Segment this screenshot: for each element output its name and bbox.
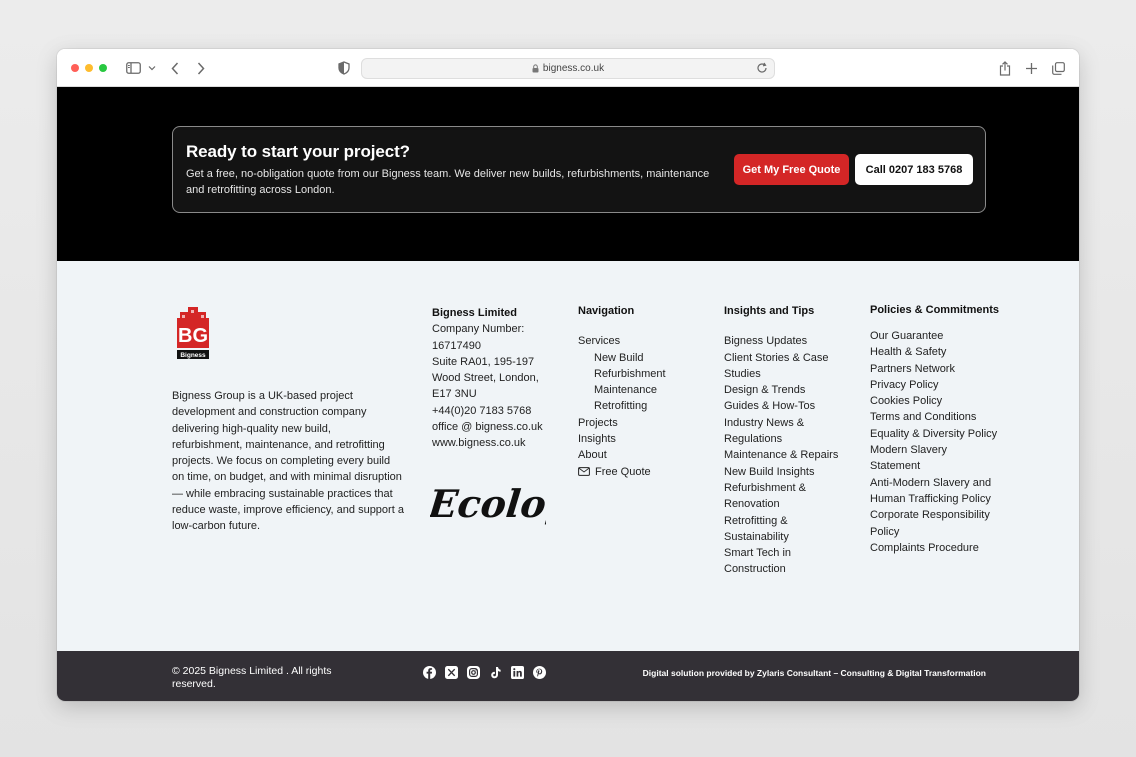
insights-link[interactable]: Industry News & Regulations — [724, 415, 854, 448]
new-tab-icon[interactable] — [1025, 59, 1038, 77]
nav-link-services[interactable]: Services — [578, 333, 708, 349]
company-number-label: Company Number: — [432, 323, 525, 336]
copyright-text: © 2025 Bigness Limited . All rights rese… — [172, 665, 332, 690]
tabs-overview-icon[interactable] — [1052, 59, 1065, 77]
policies-heading: Policies & Commitments — [870, 304, 999, 316]
address-line-2: Wood Street, London, — [432, 372, 539, 385]
nav-link-insights[interactable]: Insights — [578, 431, 708, 447]
insights-link[interactable]: Smart Tech in Construction — [724, 545, 854, 578]
back-icon[interactable] — [171, 59, 179, 77]
bigness-logo[interactable]: BG Bigness — [176, 306, 210, 361]
company-name: Bigness Limited — [432, 307, 517, 319]
website-link[interactable]: www.bigness.co.uk — [432, 435, 552, 451]
browser-toolbar: bigness.co.uk — [57, 49, 1079, 87]
nav-link-refurbishment[interactable]: Refurbishment — [578, 366, 708, 382]
policy-link[interactable]: Privacy Policy — [870, 377, 1000, 393]
close-window-button[interactable] — [71, 64, 79, 72]
tiktok-icon[interactable] — [489, 666, 502, 679]
insights-link[interactable]: Design & Trends — [724, 382, 854, 398]
zoom-window-button[interactable] — [99, 64, 107, 72]
cta-description: Get a free, no-obligation quote from our… — [186, 168, 710, 196]
policy-link[interactable]: Partners Network — [870, 361, 1000, 377]
policy-link[interactable]: Cookies Policy — [870, 393, 1000, 409]
policies-menu: Policies & Commitments Our Guarantee Hea… — [870, 303, 1000, 556]
envelope-icon — [578, 467, 590, 477]
insights-link[interactable]: Retrofitting & Sustainability — [724, 513, 854, 546]
company-details: Bigness Limited Company Number: 16717490… — [432, 305, 552, 452]
footer-main: BG Bigness Bigness Group is a UK-based p… — [57, 261, 1079, 651]
ecologi-logo[interactable]: Ecologi — [430, 473, 546, 537]
nav-link-about[interactable]: About — [578, 447, 708, 463]
call-phone-button[interactable]: Call 0207 183 5768 — [855, 154, 973, 185]
logo-word: Bigness — [180, 352, 206, 359]
insights-link[interactable]: Client Stories & Case Studies — [724, 350, 854, 383]
credit-text[interactable]: Digital solution provided by Zylaris Con… — [643, 668, 986, 678]
policy-link[interactable]: Modern Slavery Statement — [870, 442, 1000, 475]
policy-link[interactable]: Health & Safety — [870, 344, 1000, 360]
policy-link[interactable]: Our Guarantee — [870, 328, 1000, 344]
company-number: 16717490 — [432, 339, 481, 352]
browser-window: bigness.co.uk Ready to start your projec… — [57, 49, 1079, 701]
insights-link[interactable]: New Build Insights — [724, 464, 854, 480]
facebook-icon[interactable] — [423, 666, 436, 679]
get-free-quote-button[interactable]: Get My Free Quote — [734, 154, 849, 185]
address-bar[interactable]: bigness.co.uk — [361, 58, 775, 79]
sidebar-icon[interactable] — [126, 59, 141, 77]
logo-letters: BG — [178, 325, 208, 347]
address-line-1: Suite RA01, 195-197 — [432, 355, 535, 368]
company-about-text: Bigness Group is a UK-based project deve… — [172, 390, 404, 533]
insights-menu: Insights and Tips Bigness Updates Client… — [724, 303, 854, 578]
forward-icon[interactable] — [197, 59, 205, 77]
share-icon[interactable] — [999, 59, 1011, 77]
insights-link[interactable]: Bigness Updates — [724, 333, 854, 349]
nav-link-projects[interactable]: Projects — [578, 415, 708, 431]
policy-link[interactable]: Corporate Responsibility Policy — [870, 507, 1000, 540]
x-icon[interactable] — [445, 666, 458, 679]
email-link[interactable]: office @ bigness.co.uk — [432, 419, 552, 435]
free-quote-label: Free Quote — [595, 465, 651, 478]
pinterest-icon[interactable] — [533, 666, 546, 679]
nav-link-new-build[interactable]: New Build — [578, 350, 708, 366]
insights-link[interactable]: Guides & How-Tos — [724, 398, 854, 414]
insights-link[interactable]: Refurbishment & Renovation — [724, 480, 854, 513]
navigation-menu: Navigation Services New Build Refurbishm… — [578, 303, 708, 480]
chevron-down-icon[interactable] — [148, 59, 156, 77]
insights-link[interactable]: Maintenance & Repairs — [724, 447, 854, 463]
shield-icon[interactable] — [338, 59, 350, 77]
policy-link[interactable]: Complaints Procedure — [870, 540, 1000, 556]
url-text: bigness.co.uk — [542, 63, 605, 74]
cta-title: Ready to start your project? — [186, 142, 410, 161]
navigation-heading: Navigation — [578, 305, 635, 317]
policy-link[interactable]: Anti-Modern Slavery and Human Traffickin… — [870, 475, 1000, 508]
insights-heading: Insights and Tips — [724, 305, 815, 317]
nav-link-maintenance[interactable]: Maintenance — [578, 382, 708, 398]
linkedin-icon[interactable] — [511, 666, 524, 679]
policy-link[interactable]: Equality & Diversity Policy — [870, 426, 1000, 442]
cta-section: Ready to start your project? Get a free,… — [57, 87, 1079, 261]
phone-link[interactable]: +44(0)20 7183 5768 — [432, 403, 552, 419]
ecologi-wordmark: Ecologi — [430, 481, 546, 526]
nav-link-free-quote[interactable]: Free Quote — [578, 464, 708, 480]
cta-card: Ready to start your project? Get a free,… — [172, 126, 986, 213]
postcode: E17 3NU — [432, 388, 477, 401]
instagram-icon[interactable] — [467, 666, 480, 679]
minimize-window-button[interactable] — [85, 64, 93, 72]
footer-bottom-bar: © 2025 Bigness Limited . All rights rese… — [57, 651, 1079, 701]
reload-icon[interactable] — [756, 62, 768, 74]
policy-link[interactable]: Terms and Conditions — [870, 409, 1000, 425]
social-links — [423, 666, 546, 679]
nav-link-retrofitting[interactable]: Retrofitting — [578, 398, 708, 414]
lock-icon — [532, 64, 539, 73]
